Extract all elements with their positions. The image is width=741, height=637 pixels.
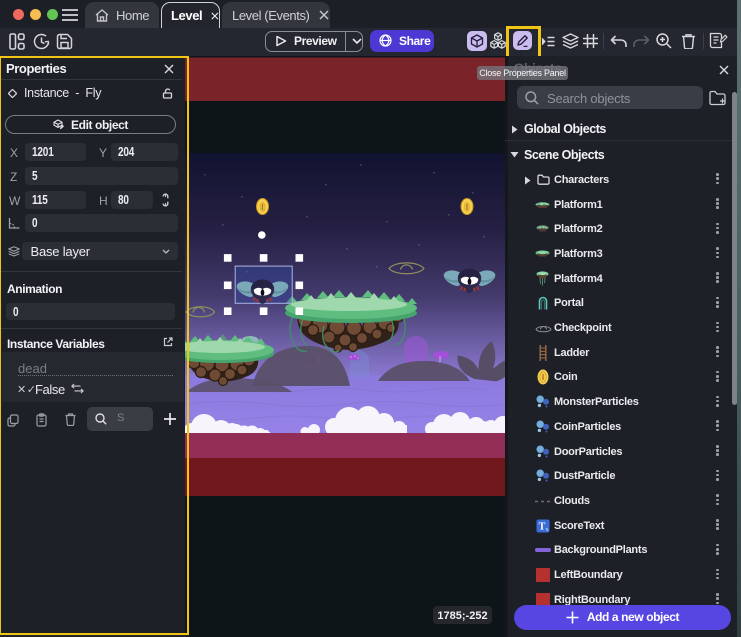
svg-text:1785;-252: 1785;-252	[437, 610, 487, 622]
